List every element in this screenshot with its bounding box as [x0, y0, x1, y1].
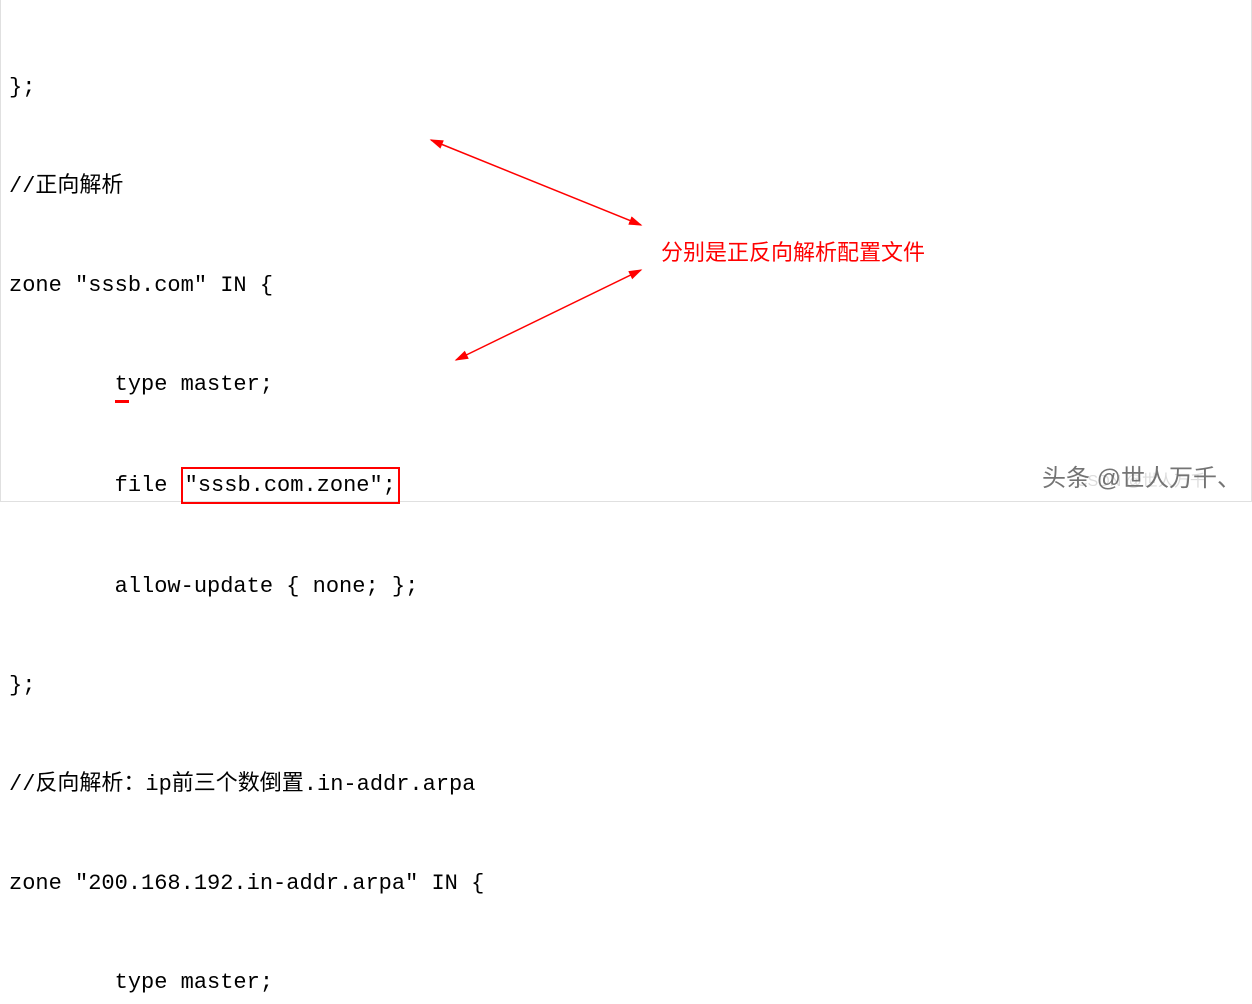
code-line: allow-update { none; };	[9, 570, 1243, 603]
comment-forward: //正向解析	[9, 174, 123, 199]
zone-forward: zone "sssb.com" IN {	[9, 273, 273, 298]
file-prefix: file	[9, 473, 181, 498]
forward-zone-file: "sssb.com.zone";	[185, 473, 396, 498]
code-text: };	[9, 75, 35, 100]
type-master: type master;	[9, 372, 273, 397]
close-brace: };	[9, 673, 35, 698]
code-line: };	[9, 71, 1243, 104]
red-underline-mark	[115, 400, 129, 403]
code-line: type master;	[9, 966, 1243, 999]
code-line: };	[9, 669, 1243, 702]
type-master-2: type master;	[9, 970, 273, 995]
code-line: zone "sssb.com" IN {	[9, 269, 1243, 302]
code-line: //反向解析：ip前三个数倒置.in-addr.arpa	[9, 768, 1243, 801]
code-line: type master;	[9, 368, 1243, 401]
code-line: //正向解析	[9, 170, 1243, 203]
zone-reverse: zone "200.168.192.in-addr.arpa" IN {	[9, 871, 484, 896]
comment-reverse: //反向解析：ip前三个数倒置.in-addr.arpa	[9, 772, 475, 797]
watermark-toutiao: 头条 @世人万千、	[1042, 458, 1241, 493]
allow-update: allow-update { none; };	[9, 574, 418, 599]
annotation-text: 分别是正反向解析配置文件	[661, 235, 925, 267]
config-code-block: }; //正向解析 zone "sssb.com" IN { type mast…	[9, 5, 1243, 1004]
forward-zone-file-box: "sssb.com.zone";	[181, 467, 400, 504]
code-line: zone "200.168.192.in-addr.arpa" IN {	[9, 867, 1243, 900]
